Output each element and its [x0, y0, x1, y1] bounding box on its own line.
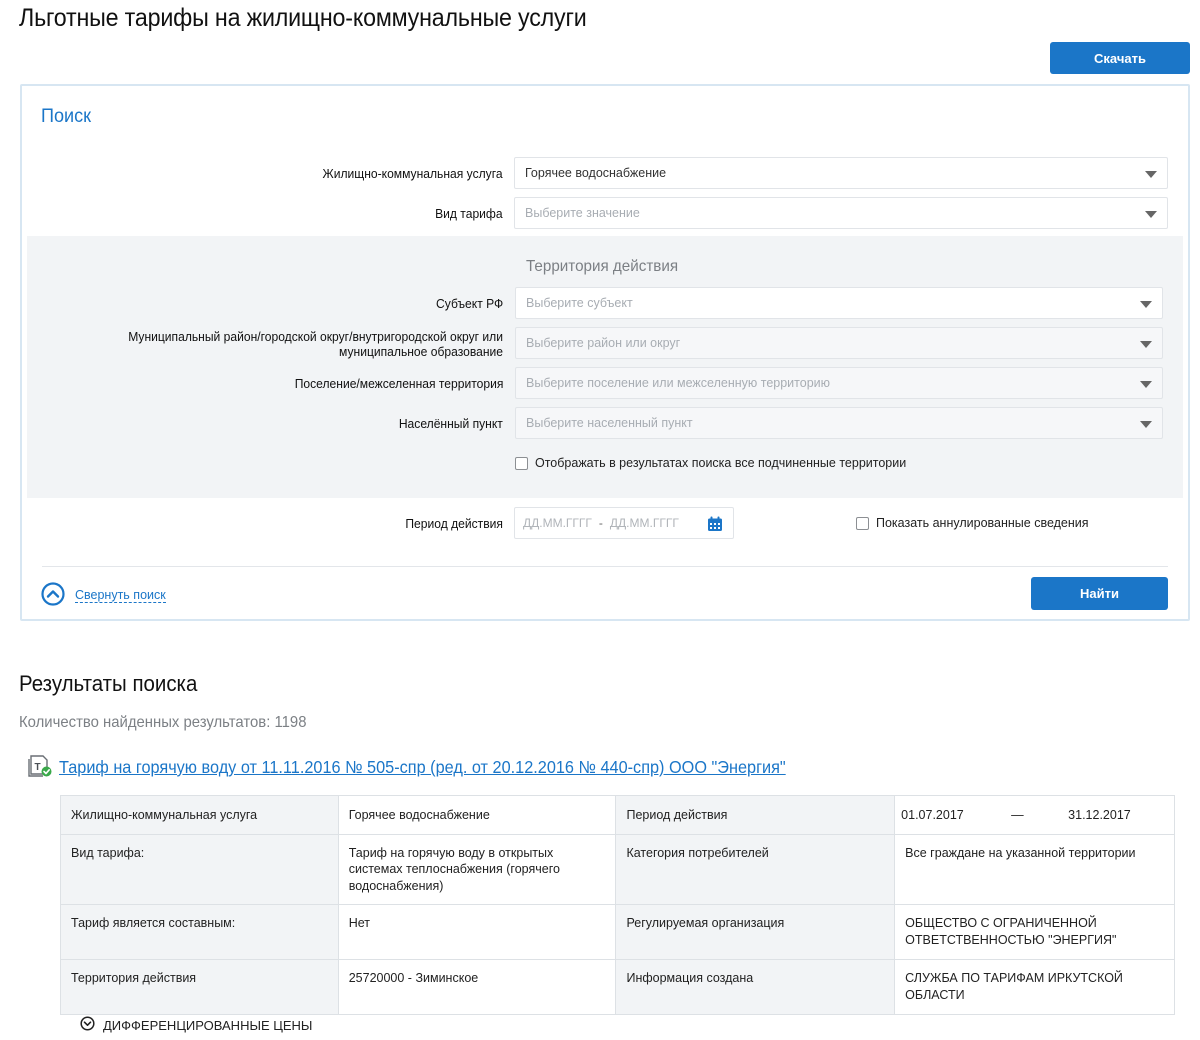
chevron-down-icon [1145, 211, 1157, 218]
detail-value: Тариф на горячую воду в открытых система… [337, 833, 617, 905]
svg-text:T: T [35, 762, 41, 773]
subject-label: Субъект РФ [435, 296, 503, 311]
period-end: 31.12.2017 [1068, 808, 1131, 822]
period-date-range[interactable]: ДД.ММ.ГГГГ - ДД.ММ.ГГГГ [514, 507, 734, 539]
territory-title: Территория действия [526, 258, 679, 275]
service-select-value: Горячее водоснабжение [525, 166, 667, 180]
locality-placeholder: Выберите населенный пункт [526, 416, 693, 430]
period-from-placeholder[interactable]: ДД.ММ.ГГГГ [523, 516, 592, 530]
tariff-type-select[interactable]: Выберите значение [514, 197, 1168, 229]
chevron-down-icon [1140, 381, 1152, 388]
page-title: Льготные тарифы на жилищно-коммунальные … [19, 4, 587, 32]
subject-select[interactable]: Выберите субъект [515, 287, 1163, 319]
detail-value: 25720000 - Зиминское [337, 959, 617, 1015]
detail-key: Период действия [615, 795, 896, 835]
result-details-table: Жилищно-коммунальная услуга Горячее водо… [60, 795, 1175, 1015]
show-annulled-checkbox-row[interactable]: Показать аннулированные сведения [856, 516, 1089, 530]
tariff-type-label: Вид тарифа [435, 206, 503, 221]
locality-select[interactable]: Выберите населенный пункт [515, 407, 1163, 439]
tariff-type-placeholder: Выберите значение [525, 206, 640, 220]
table-row: Территория действия 25720000 - Зиминское… [60, 959, 1175, 1015]
detail-key: Жилищно-коммунальная услуга [60, 795, 339, 835]
download-button[interactable]: Скачать [1050, 42, 1190, 74]
results-count: Количество найденных результатов: 1198 [19, 714, 307, 731]
settlement-label: Поселение/межселенная территория [294, 376, 503, 391]
table-row: Тариф является составным: Нет Регулируем… [60, 904, 1175, 960]
result-item-header: T Тариф на горячую воду от 11.11.2016 № … [27, 754, 840, 781]
chevron-down-icon [1145, 171, 1157, 178]
differentiated-prices-label: ДИФФЕРЕНЦИРОВАННЫЕ ЦЕНЫ [103, 1017, 313, 1033]
period-to-placeholder[interactable]: ДД.ММ.ГГГГ [610, 516, 679, 530]
divider [42, 566, 1168, 567]
service-select[interactable]: Горячее водоснабжение [514, 157, 1168, 189]
result-link[interactable]: Тариф на горячую воду от 11.11.2016 № 50… [59, 757, 786, 778]
collapse-search[interactable]: Свернуть поиск [41, 582, 166, 609]
detail-key: Территория действия [60, 959, 339, 1015]
detail-value: Все граждане на указанной территории [894, 833, 1175, 905]
period-label: Период действия [405, 516, 503, 531]
search-panel-title: Поиск [41, 106, 92, 127]
detail-value: Горячее водоснабжение [337, 795, 617, 835]
calendar-icon[interactable] [707, 516, 723, 535]
chevron-down-circle-icon[interactable] [80, 1016, 95, 1034]
settlement-select[interactable]: Выберите поселение или межселенную терри… [515, 367, 1163, 399]
table-row: Вид тарифа: Тариф на горячую воду в откр… [60, 833, 1175, 905]
table-row: Жилищно-коммунальная услуга Горячее водо… [60, 795, 1175, 835]
period-dash: — [1011, 808, 1024, 822]
settlement-placeholder: Выберите поселение или межселенную терри… [526, 376, 831, 390]
district-placeholder: Выберите район или округ [526, 336, 681, 350]
chevron-down-icon [1140, 421, 1152, 428]
find-button[interactable]: Найти [1031, 577, 1168, 610]
chevron-up-circle-icon[interactable] [41, 582, 65, 609]
detail-key: Информация создана [615, 959, 896, 1015]
period-start: 01.07.2017 [901, 808, 964, 822]
chevron-down-icon [1140, 341, 1152, 348]
detail-key: Регулируемая организация [615, 904, 896, 960]
detail-key: Категория потребителей [615, 833, 896, 905]
period-separator: - [598, 516, 603, 530]
detail-value: ОБЩЕСТВО С ОГРАНИЧЕННОЙ ОТВЕТСТВЕННОСТЬЮ… [894, 904, 1175, 960]
detail-key: Вид тарифа: [60, 833, 339, 905]
detail-value: СЛУЖБА ПО ТАРИФАМ ИРКУТСКОЙ ОБЛАСТИ [894, 959, 1175, 1015]
show-subordinate-checkbox-row[interactable]: Отображать в результатах поиска все подч… [515, 456, 906, 470]
district-label: Муниципальный район/городской округ/внут… [128, 329, 503, 359]
show-subordinate-label: Отображать в результатах поиска все подч… [535, 456, 907, 470]
subject-placeholder: Выберите субъект [526, 296, 633, 310]
locality-label: Населённый пункт [398, 416, 503, 431]
service-label: Жилищно-коммунальная услуга [322, 166, 503, 181]
detail-period-value: 01.07.2017 — 31.12.2017 [894, 795, 1175, 835]
district-select[interactable]: Выберите район или округ [515, 327, 1163, 359]
collapse-search-link[interactable]: Свернуть поиск [75, 588, 166, 603]
show-annulled-checkbox[interactable] [856, 516, 869, 530]
results-title: Результаты поиска [19, 671, 198, 696]
show-annulled-label: Показать аннулированные сведения [876, 516, 1089, 530]
differentiated-prices-toggle[interactable]: ДИФФЕРЕНЦИРОВАННЫЕ ЦЕНЫ [80, 1016, 312, 1034]
detail-value: Нет [337, 904, 617, 960]
document-check-icon: T [27, 754, 53, 781]
show-subordinate-checkbox[interactable] [515, 456, 528, 470]
chevron-down-icon [1140, 301, 1152, 308]
detail-key: Тариф является составным: [60, 904, 339, 960]
